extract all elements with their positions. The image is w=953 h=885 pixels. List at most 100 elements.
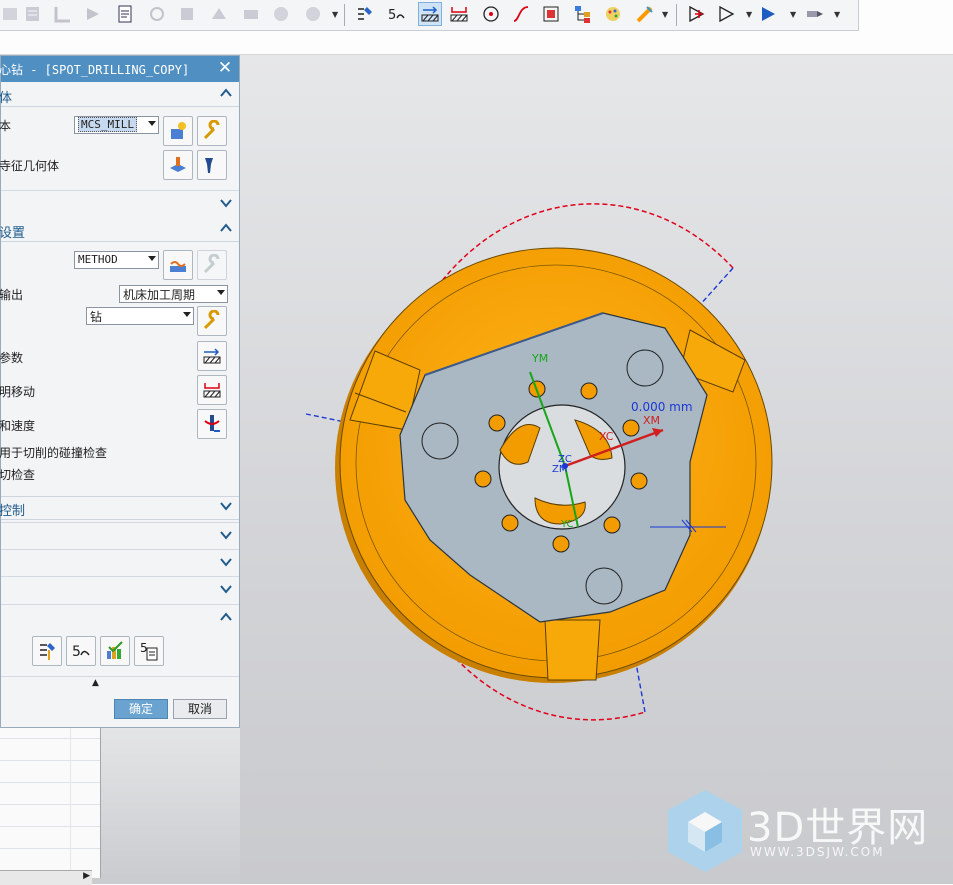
select-box-icon[interactable]: [540, 3, 562, 25]
chevron-up-icon[interactable]: ▲: [92, 678, 99, 688]
toolbar-separator: [676, 4, 677, 26]
edit-geometry-button[interactable]: [197, 116, 227, 146]
horizontal-scrollbar[interactable]: ▶: [0, 870, 92, 885]
section-tool-collapsed[interactable]: [1, 190, 239, 215]
toolbar-button-3[interactable]: [52, 3, 74, 25]
watermark-url: WWW.3DSJW.COM: [750, 845, 885, 859]
chevron-up-icon[interactable]: [219, 610, 233, 624]
dialog-expander[interactable]: ▲: [1, 676, 239, 691]
hierarchy-icon[interactable]: [572, 3, 594, 25]
watermark-logo: [668, 790, 742, 872]
dropdown-arrow-icon[interactable]: ▼: [332, 10, 338, 19]
cycle-select[interactable]: 钻: [86, 307, 194, 325]
replay-button[interactable]: 5: [66, 636, 96, 666]
target-icon[interactable]: [480, 3, 502, 25]
path-icon[interactable]: 5: [386, 3, 408, 25]
feeds-speeds-button[interactable]: [197, 409, 227, 439]
toolbar-button-10[interactable]: [270, 3, 292, 25]
curve-icon[interactable]: [510, 3, 532, 25]
main-toolbar: ▼ 5 ▼ ▼ ▼ ▼: [0, 0, 953, 55]
display-features-button[interactable]: [197, 150, 227, 180]
list-icon: 5: [140, 641, 158, 661]
probe-icon[interactable]: [686, 3, 708, 25]
section-collapsed-3[interactable]: [1, 576, 239, 601]
dropdown-arrow-icon[interactable]: ▼: [662, 10, 668, 19]
cycle-params-toolbar-icon[interactable]: [418, 2, 442, 26]
collision-check-label[interactable]: 用于切削的碰撞检查: [0, 444, 107, 461]
toolbar-button-9[interactable]: [240, 3, 262, 25]
toolbar-button-1[interactable]: [0, 3, 22, 25]
dropdown-arrow-icon[interactable]: ▼: [790, 10, 796, 19]
geometry-select-value: MCS_MILL: [78, 117, 137, 132]
geometry-select[interactable]: MCS_MILL: [74, 116, 159, 134]
tool-icon[interactable]: [354, 3, 376, 25]
ok-button[interactable]: 确定: [114, 699, 168, 719]
section-collapsed-1[interactable]: [1, 522, 239, 547]
feeds-speeds-icon: [204, 415, 220, 432]
chevron-up-icon[interactable]: [219, 86, 233, 100]
generate-button[interactable]: [32, 636, 62, 666]
toolbar-button-6[interactable]: [146, 3, 168, 25]
output-label: 输出: [0, 288, 24, 302]
distance-readout: 0.000 mm: [631, 400, 693, 414]
chevron-up-icon[interactable]: [219, 221, 233, 235]
edit-cycle-button[interactable]: [197, 306, 227, 336]
graphics-viewport[interactable]: YM XM XC YC ZC ZM 0.000 mm X: [215, 55, 953, 884]
toolbar-button-4[interactable]: [82, 3, 104, 25]
toolbar-button-11[interactable]: [302, 3, 324, 25]
section-geometry-header[interactable]: 体: [0, 84, 239, 107]
flag-icon[interactable]: [716, 3, 738, 25]
chevron-down-icon[interactable]: [219, 555, 233, 569]
dialog-titlebar[interactable]: 心钻 - [SPOT_DRILLING_COPY] ✕: [0, 56, 239, 82]
axis-label-xm: XM: [643, 414, 661, 427]
document-icon[interactable]: [114, 3, 136, 25]
dropdown-arrow-icon[interactable]: ▼: [746, 10, 752, 19]
specify-features-button[interactable]: [163, 150, 193, 180]
output-select[interactable]: 机床加工周期: [119, 285, 228, 303]
section-path-settings-header[interactable]: 设置: [0, 219, 239, 242]
verify-button[interactable]: [100, 636, 130, 666]
dropdown-arrow-icon[interactable]: ▼: [834, 10, 840, 19]
cycle-select-value: 钻: [90, 310, 103, 324]
toolbar-separator: [344, 4, 345, 26]
flag-filled-icon[interactable]: [758, 3, 780, 25]
moves-icon[interactable]: [448, 3, 470, 25]
svg-text:5: 5: [388, 8, 396, 23]
chevron-down-icon[interactable]: [219, 196, 233, 210]
gradient-icon[interactable]: [634, 3, 656, 25]
drill-tool-icon[interactable]: [804, 3, 826, 25]
wrench-icon: [203, 120, 220, 140]
geometry-icon: [170, 157, 186, 172]
chevron-down-icon: [217, 290, 225, 295]
axis-label-xc: XC: [599, 430, 614, 443]
new-geometry-button[interactable]: [163, 116, 193, 146]
axis-label-yc: YC: [561, 519, 574, 530]
chevron-down-icon[interactable]: [219, 499, 233, 513]
chevron-down-icon[interactable]: [219, 528, 233, 542]
section-control-title: 控制: [0, 504, 26, 519]
section-collapsed-2[interactable]: [1, 549, 239, 574]
navigator-table[interactable]: [0, 728, 101, 878]
section-actions-header[interactable]: [1, 604, 239, 629]
chevron-down-icon: [148, 121, 156, 126]
edit-method-button[interactable]: [197, 250, 227, 280]
new-method-button[interactable]: [163, 250, 193, 280]
cycle-params-button[interactable]: [197, 341, 227, 371]
method-select[interactable]: METHOD: [74, 251, 159, 269]
chevron-down-icon[interactable]: [219, 582, 233, 596]
scroll-right-icon[interactable]: ▶: [83, 871, 90, 881]
toolbar-button-2[interactable]: [22, 3, 44, 25]
section-geometry-title: 体: [0, 91, 13, 106]
verify-icon: [107, 641, 123, 659]
list-button[interactable]: 5: [134, 636, 164, 666]
section-path-settings-title: 设置: [0, 226, 26, 241]
noncutting-moves-button[interactable]: [197, 375, 227, 405]
cut-check-label[interactable]: 切检查: [0, 466, 35, 483]
palette-icon[interactable]: [602, 3, 624, 25]
toolbar-button-7[interactable]: [176, 3, 198, 25]
cancel-button[interactable]: 取消: [173, 699, 227, 719]
close-icon[interactable]: ✕: [215, 58, 235, 78]
toolbar-button-8[interactable]: [208, 3, 230, 25]
feature-geometry-label: 寺征几何体: [0, 159, 60, 173]
section-control-header[interactable]: 控制: [0, 496, 239, 520]
